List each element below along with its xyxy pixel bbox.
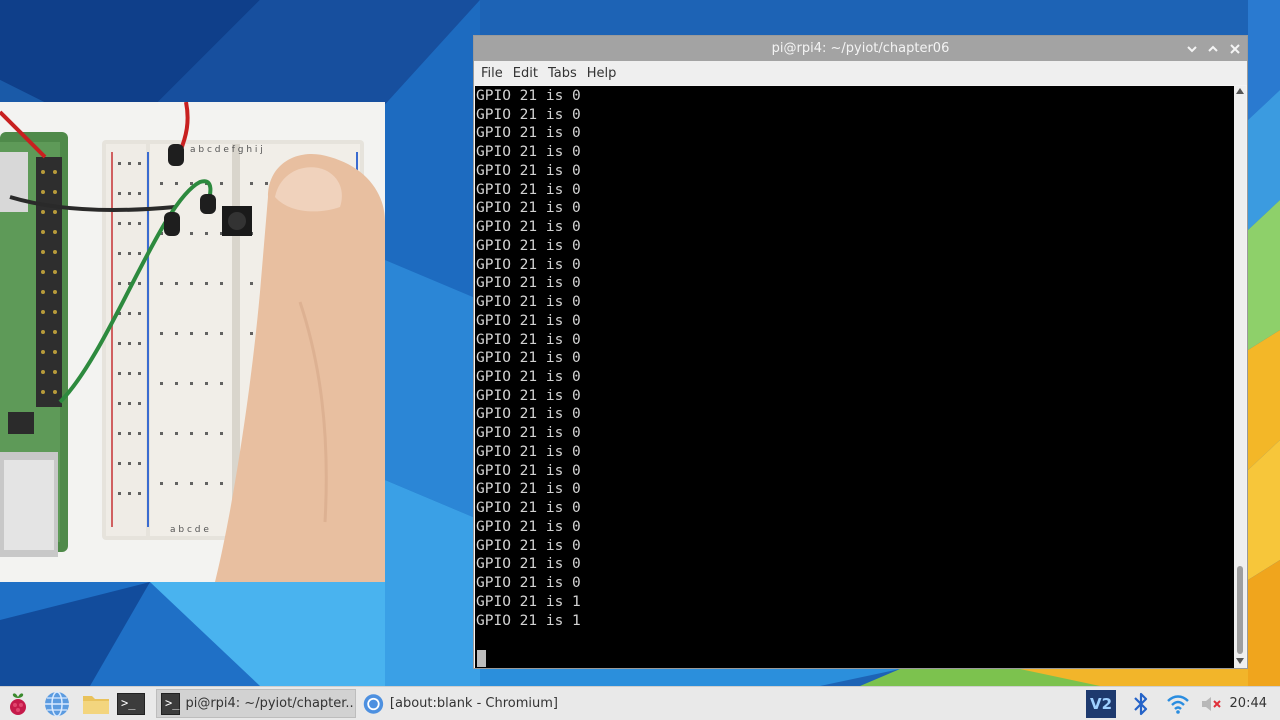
terminal-icon: >_ [161, 692, 181, 715]
scroll-up-icon[interactable] [1236, 88, 1244, 94]
bluetooth-icon[interactable] [1131, 687, 1151, 720]
menu-edit[interactable]: Edit [508, 61, 543, 86]
terminal-line: GPIO 21 is 0 [476, 181, 581, 198]
breadboard-photo: a b c d e f g h i j a b c d e [0, 102, 385, 582]
raspberry-menu-icon[interactable] [6, 687, 30, 720]
terminal-line: GPIO 21 is 0 [476, 481, 581, 498]
close-icon[interactable] [1225, 36, 1245, 61]
terminal-lines: GPIO 21 is 0 GPIO 21 is 0 GPIO 21 is 0 GPIO… [476, 87, 581, 630]
window-titlebar[interactable]: pi@rpi4: ~/pyiot/chapter06 [474, 36, 1247, 61]
terminal-line: GPIO 21 is 0 [476, 406, 581, 423]
terminal-line: GPIO 21 is 0 [476, 387, 581, 404]
clock[interactable]: 20:44 [1230, 687, 1267, 720]
volume-muted-icon[interactable] [1200, 687, 1224, 720]
menu-file[interactable]: File [476, 61, 508, 86]
terminal-line: GPIO 21 is 0 [476, 162, 581, 179]
terminal-output[interactable]: GPIO 21 is 0 GPIO 21 is 0 GPIO 21 is 0 GPIO… [475, 86, 1235, 668]
terminal-line: GPIO 21 is 0 [476, 537, 581, 554]
text-cursor [477, 650, 486, 667]
window-title: pi@rpi4: ~/pyiot/chapter06 [771, 41, 950, 56]
terminal-line: GPIO 21 is 0 [476, 331, 581, 348]
breadboard-top-letters: a b c d e f g h i j [190, 145, 263, 155]
task-label: pi@rpi4: ~/pyiot/chapter... [185, 696, 356, 711]
terminal-line: GPIO 21 is 0 [476, 350, 581, 367]
terminal-line: GPIO 21 is 1 [476, 612, 581, 629]
chromium-icon [363, 693, 384, 714]
terminal-window[interactable]: pi@rpi4: ~/pyiot/chapter06 File Edit Tabs H… [473, 35, 1248, 669]
terminal-line: GPIO 21 is 0 [476, 425, 581, 442]
web-browser-icon[interactable] [43, 687, 71, 720]
terminal-line: GPIO 21 is 0 [476, 237, 581, 254]
terminal-line: GPIO 21 is 0 [476, 369, 581, 386]
menu-help[interactable]: Help [582, 61, 622, 86]
scroll-down-icon[interactable] [1236, 658, 1244, 664]
terminal-line: GPIO 21 is 0 [476, 106, 581, 123]
task-label: [about:blank - Chromium] [389, 696, 558, 711]
terminal-line: GPIO 21 is 0 [476, 200, 581, 217]
breadboard-bottom-letters: a b c d e [170, 525, 209, 535]
maximize-icon[interactable] [1203, 36, 1223, 61]
minimize-icon[interactable] [1182, 36, 1202, 61]
taskbar-task-chromium[interactable]: [about:blank - Chromium] [358, 689, 558, 718]
taskbar-task-terminal[interactable]: >_ pi@rpi4: ~/pyiot/chapter... [156, 689, 356, 718]
terminal-line: GPIO 21 is 0 [476, 144, 581, 161]
terminal-line: GPIO 21 is 0 [476, 556, 581, 573]
terminal-line: GPIO 21 is 0 [476, 575, 581, 592]
taskbar: >_ >_ pi@rpi4: ~/pyiot/chapter... [about… [0, 686, 1280, 720]
scrollbar-thumb[interactable] [1237, 566, 1243, 654]
file-manager-icon[interactable] [81, 687, 111, 720]
vnc-icon-label: V2 [1086, 689, 1116, 718]
terminal-line: GPIO 21 is 0 [476, 219, 581, 236]
terminal-line: GPIO 21 is 0 [476, 256, 581, 273]
vnc-icon[interactable]: V2 [1086, 687, 1116, 720]
terminal-line: GPIO 21 is 0 [476, 312, 581, 329]
terminal-line: GPIO 21 is 0 [476, 275, 581, 292]
terminal-scrollbar[interactable] [1234, 86, 1246, 668]
terminal-line: GPIO 21 is 0 [476, 462, 581, 479]
terminal-line: GPIO 21 is 0 [476, 294, 581, 311]
wifi-icon[interactable] [1166, 687, 1190, 720]
terminal-line: GPIO 21 is 0 [476, 518, 581, 535]
terminal-line: GPIO 21 is 1 [476, 593, 581, 610]
terminal-line: GPIO 21 is 0 [476, 500, 581, 517]
terminal-line: GPIO 21 is 0 [476, 443, 581, 460]
menu-bar: File Edit Tabs Help [474, 61, 1247, 85]
breadboard-photo-image: a b c d e f g h i j a b c d e [0, 102, 385, 582]
terminal-line: GPIO 21 is 0 [476, 88, 581, 104]
terminal-line: GPIO 21 is 0 [476, 125, 581, 142]
menu-tabs[interactable]: Tabs [543, 61, 582, 86]
terminal-launcher-icon[interactable]: >_ [117, 687, 145, 720]
